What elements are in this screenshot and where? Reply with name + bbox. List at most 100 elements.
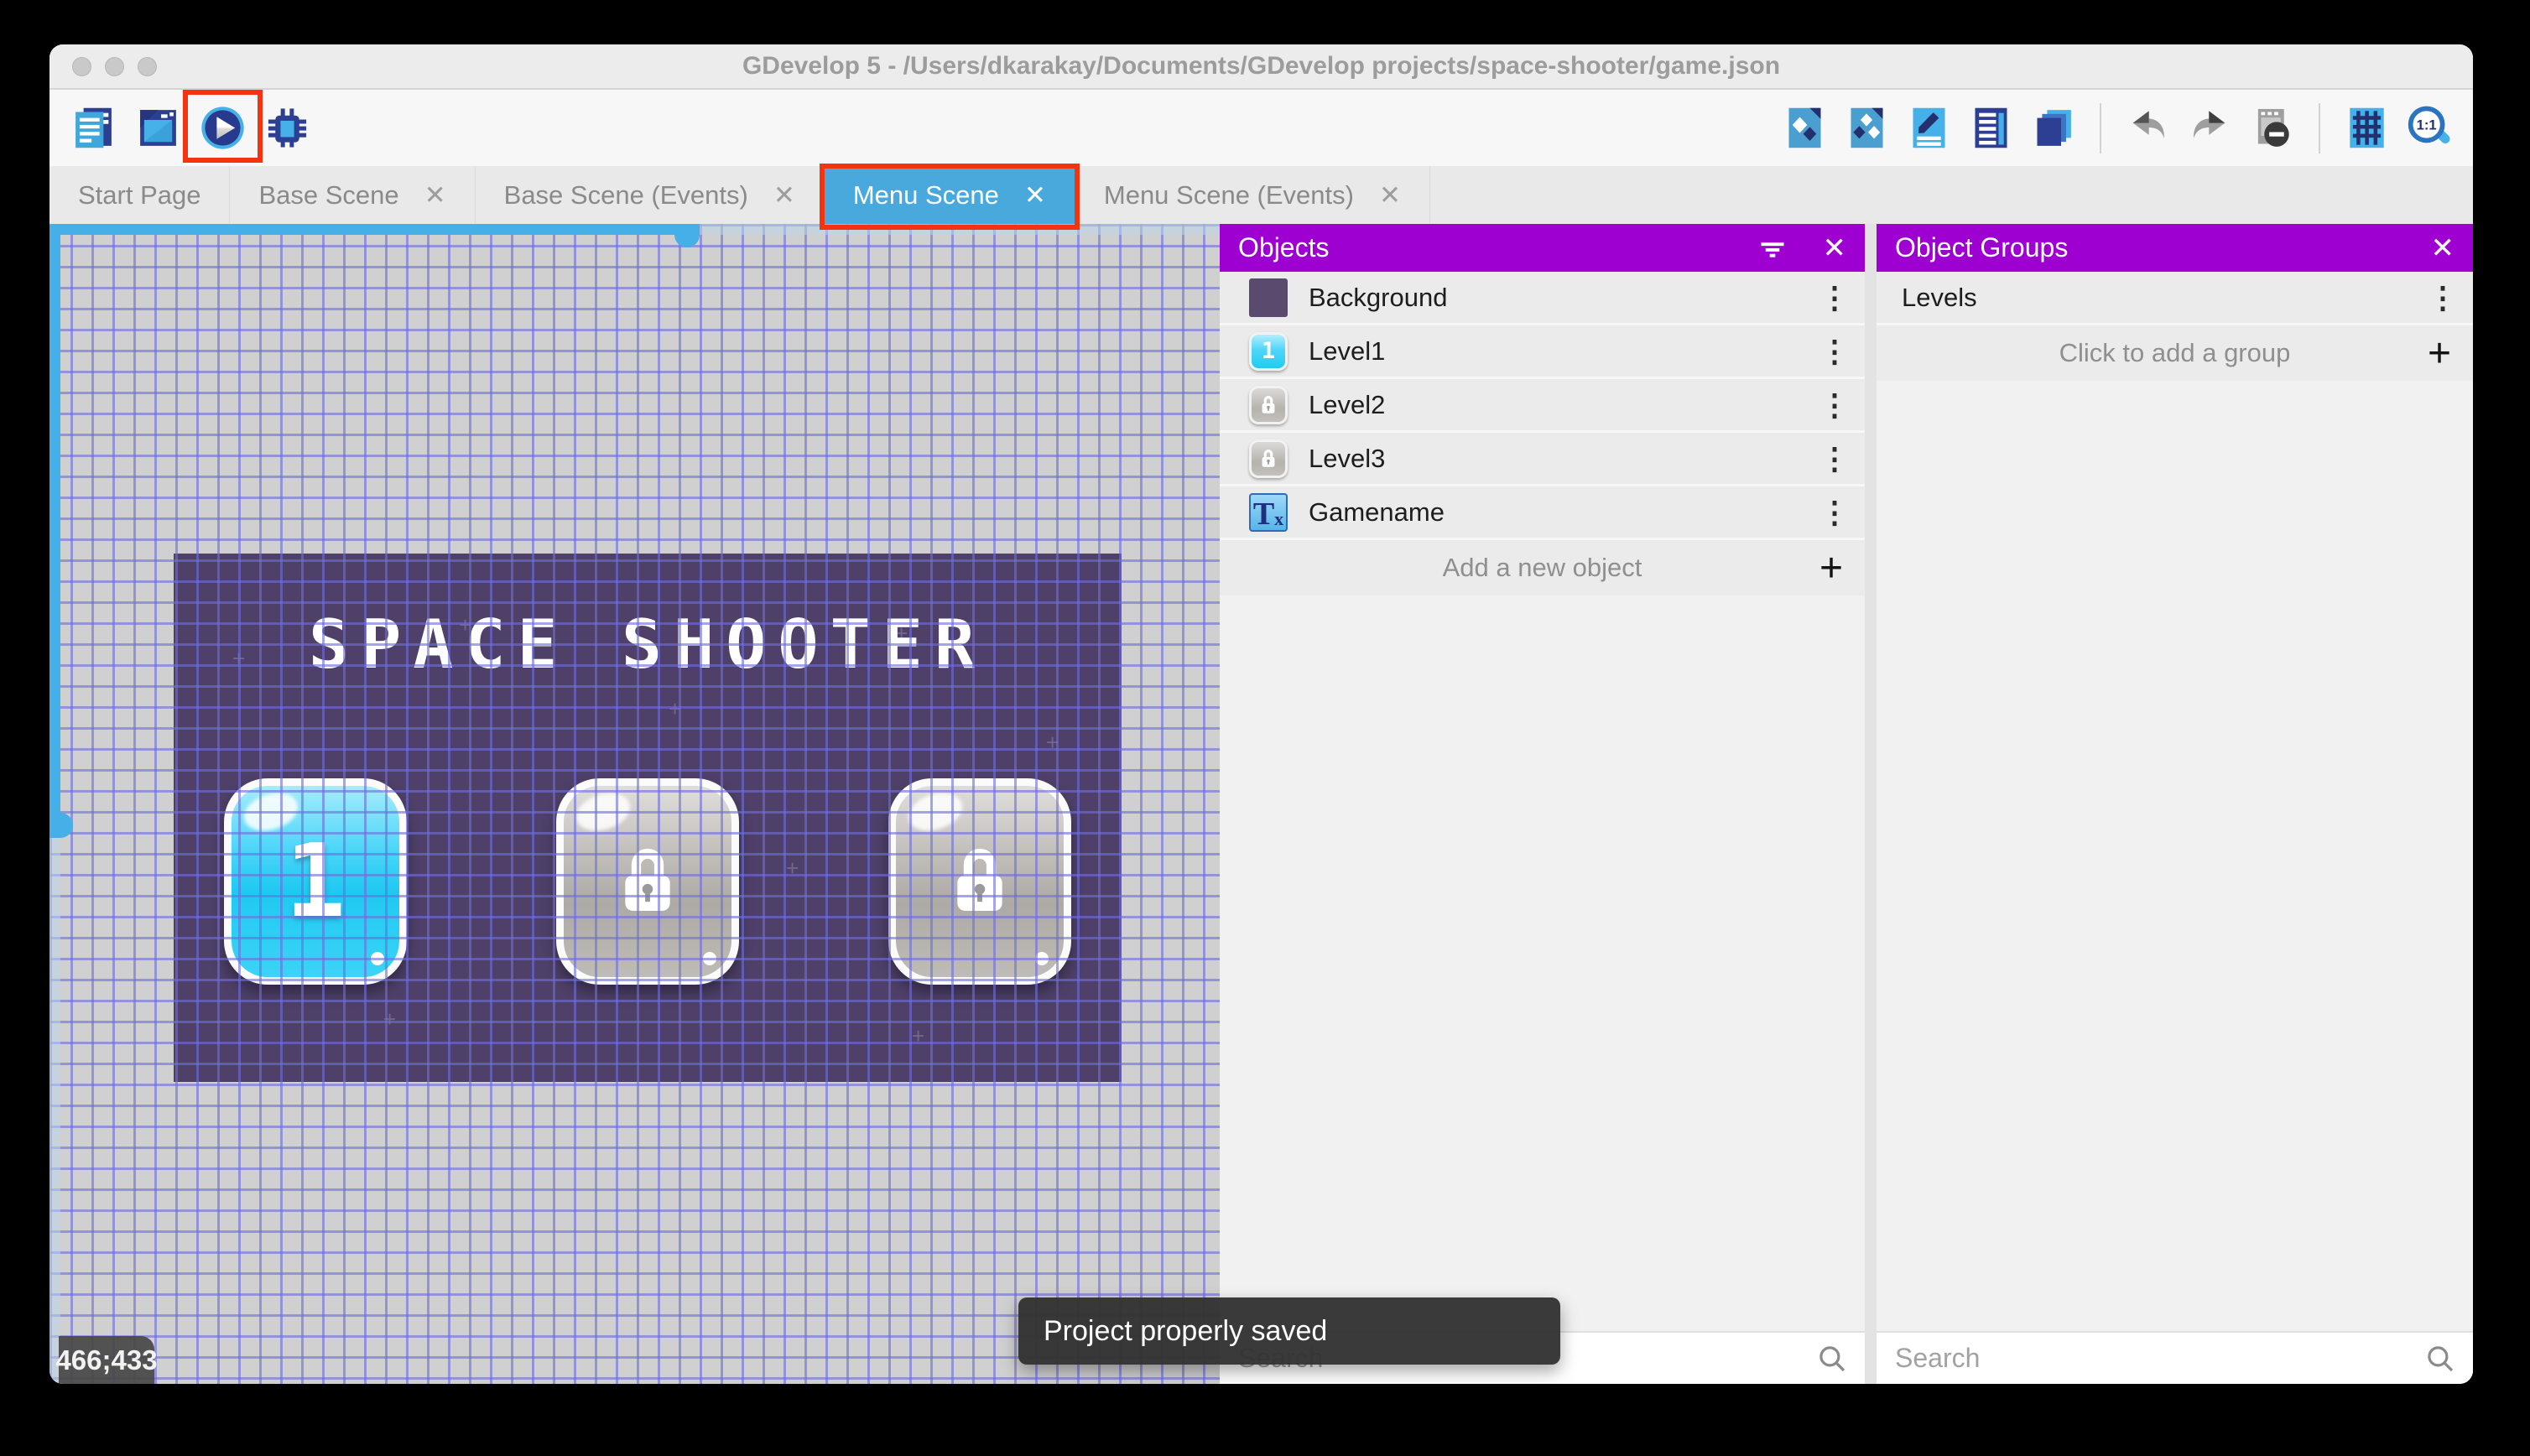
zoom-window-button[interactable]	[138, 57, 157, 76]
objects-panel-title: Objects	[1238, 232, 1329, 263]
object-groups-panel: Object Groups ✕ Levels ⋮ Click to add a …	[1877, 224, 2473, 1384]
toast-message: Project properly saved	[1044, 1315, 1327, 1348]
tab-base-scene-events[interactable]: Base Scene (Events) ✕	[476, 166, 825, 224]
object-label: Level3	[1309, 444, 1385, 474]
sparkle: +	[383, 1006, 396, 1032]
object-label: Gamename	[1309, 497, 1445, 528]
close-window-button[interactable]	[72, 57, 91, 76]
group-label: Levels	[1902, 283, 1977, 313]
level-buttons-row: 1	[174, 778, 1122, 985]
search-icon[interactable]	[2423, 1341, 2458, 1376]
object-row-level1[interactable]: 1 Level1 ⋮	[1220, 325, 1865, 379]
object-row-gamename[interactable]: Tx Gamename ⋮	[1220, 486, 1865, 540]
sparkle: +	[912, 1023, 924, 1049]
tab-label: Start Page	[78, 180, 200, 211]
level3-object-icon	[1248, 439, 1288, 479]
tab-menu-scene-events[interactable]: Menu Scene (Events) ✕	[1075, 166, 1430, 224]
toolbar-left-group	[70, 104, 311, 152]
objects-editor-icon[interactable]	[1781, 104, 1829, 152]
level1-button-object[interactable]: 1	[224, 778, 407, 985]
object-row-level3[interactable]: Level3 ⋮	[1220, 433, 1865, 486]
debugger-bug-icon[interactable]	[263, 104, 311, 152]
tab-close-icon[interactable]: ✕	[1024, 180, 1046, 211]
close-panel-icon[interactable]: ✕	[2431, 234, 2455, 263]
gdevelop-window: GDevelop 5 - /Users/dkarakay/Documents/G…	[49, 44, 2473, 1384]
horizontal-scrollbar-knob[interactable]	[674, 224, 700, 247]
object-row-background[interactable]: Background ⋮	[1220, 272, 1865, 325]
level1-digit: 1	[285, 824, 346, 940]
objects-list: Background ⋮ 1 Level1 ⋮ Level2 ⋮ Level3 …	[1220, 272, 1865, 540]
kebab-menu-icon[interactable]: ⋮	[1819, 280, 1850, 315]
level1-object-icon: 1	[1248, 331, 1288, 372]
level2-object-icon	[1248, 385, 1288, 425]
filter-icon[interactable]	[1757, 233, 1788, 263]
groups-search-input[interactable]	[1895, 1343, 2423, 1374]
tab-close-icon[interactable]: ✕	[1379, 180, 1401, 211]
redo-icon[interactable]	[2186, 104, 2234, 152]
undo-icon[interactable]	[2124, 104, 2172, 152]
zoom-one-to-one-icon[interactable]: 1:1	[2405, 104, 2453, 152]
vertical-scrollbar-knob[interactable]	[49, 813, 73, 838]
tab-close-icon[interactable]: ✕	[773, 180, 795, 211]
sparkle: +	[895, 621, 908, 647]
groups-search-row	[1877, 1331, 2473, 1384]
layers-icon[interactable]	[2029, 104, 2077, 152]
toolbar-separator	[2319, 103, 2320, 153]
project-manager-icon[interactable]	[70, 104, 117, 152]
text-object-icon: Tx	[1248, 492, 1288, 533]
scene-canvas[interactable]: + + + + + + + + + + + SPACE SHOOTER 1	[49, 224, 1220, 1384]
tab-label: Base Scene	[258, 180, 398, 211]
horizontal-scrollbar-thumb[interactable]	[49, 224, 687, 235]
sparkle: +	[669, 696, 681, 722]
close-panel-icon[interactable]: ✕	[1823, 234, 1847, 263]
titlebar: GDevelop 5 - /Users/dkarakay/Documents/G…	[49, 44, 2473, 90]
launch-preview-play-icon[interactable]	[199, 104, 247, 152]
toggle-grid-icon[interactable]	[2343, 104, 2391, 152]
plus-icon: +	[1819, 545, 1843, 591]
instances-list-icon[interactable]	[1967, 104, 2015, 152]
sparkle: +	[459, 612, 471, 638]
add-new-object-button[interactable]: Add a new object +	[1220, 540, 1865, 595]
search-icon[interactable]	[1814, 1341, 1850, 1376]
add-group-button[interactable]: Click to add a group +	[1877, 325, 2473, 381]
object-label: Background	[1309, 283, 1447, 313]
sparkle: +	[232, 646, 245, 672]
objects-header-icons: ✕	[1757, 233, 1847, 263]
level2-locked-button-object[interactable]	[556, 778, 739, 985]
panel-divider[interactable]	[1865, 224, 1877, 1384]
level3-locked-button-object[interactable]	[888, 778, 1071, 985]
traffic-lights	[72, 44, 157, 88]
group-row-levels[interactable]: Levels ⋮	[1877, 272, 2473, 325]
plus-icon: +	[2428, 330, 2451, 377]
tab-menu-scene[interactable]: Menu Scene ✕	[825, 166, 1075, 224]
tab-label: Menu Scene (Events)	[1104, 180, 1354, 211]
properties-icon[interactable]	[1905, 104, 1953, 152]
kebab-menu-icon[interactable]: ⋮	[1819, 334, 1850, 369]
object-groups-editor-icon[interactable]	[1843, 104, 1891, 152]
tab-base-scene[interactable]: Base Scene ✕	[230, 166, 475, 224]
tab-close-icon[interactable]: ✕	[424, 180, 446, 211]
toolbar-right-group: 1:1	[1781, 103, 2453, 153]
preview-window-icon[interactable]	[134, 104, 182, 152]
objects-panel: Objects ✕ Background ⋮ 1 Level1 ⋮	[1220, 224, 1865, 1384]
scene-background-object[interactable]: + + + + + + + + + + + SPACE SHOOTER 1	[174, 554, 1122, 1082]
objects-panel-header: Objects ✕	[1220, 224, 1865, 272]
vertical-scrollbar-thumb[interactable]	[49, 224, 60, 824]
main-toolbar: 1:1	[49, 90, 2473, 166]
tab-start-page[interactable]: Start Page	[49, 166, 230, 224]
editor-tabbar: Start Page Base Scene ✕ Base Scene (Even…	[49, 166, 2473, 224]
toggle-mask-icon[interactable]	[2248, 104, 2296, 152]
kebab-menu-icon[interactable]: ⋮	[1819, 387, 1850, 423]
minimize-window-button[interactable]	[105, 57, 124, 76]
window-title: GDevelop 5 - /Users/dkarakay/Documents/G…	[742, 52, 1780, 81]
object-row-level2[interactable]: Level2 ⋮	[1220, 379, 1865, 433]
objects-panel-empty-area	[1220, 595, 1865, 1331]
kebab-menu-icon[interactable]: ⋮	[1819, 495, 1850, 530]
kebab-menu-icon[interactable]: ⋮	[2428, 280, 2458, 315]
save-toast: Project properly saved	[1018, 1297, 1560, 1365]
kebab-menu-icon[interactable]: ⋮	[1819, 441, 1850, 476]
object-groups-empty-area	[1877, 381, 2473, 1331]
game-title-text-object[interactable]: SPACE SHOOTER	[174, 606, 1122, 684]
cursor-coordinates-badge: 466;433	[59, 1336, 154, 1384]
lock-icon	[606, 832, 690, 931]
